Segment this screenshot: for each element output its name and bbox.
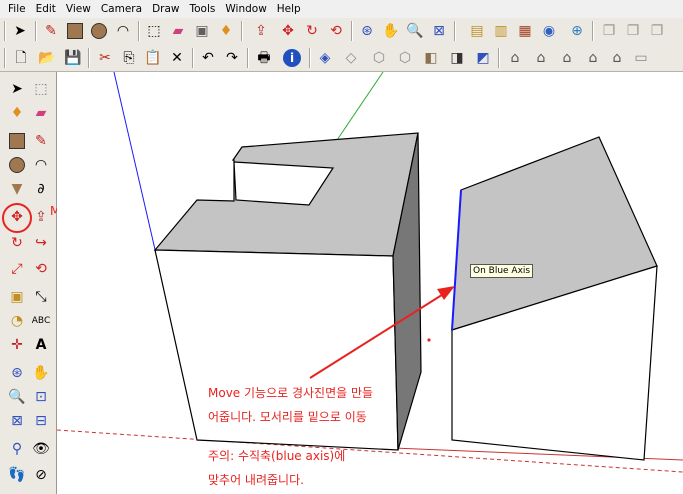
annotation-line-1: Move 기능으로 경사진면을 만들 xyxy=(208,386,374,400)
inference-tooltip: On Blue Axis xyxy=(470,264,534,278)
annotation-line-3: 주의: 수직축(blue axis)에 xyxy=(208,449,346,463)
arrow-head xyxy=(437,286,455,300)
annotation-line-2: 어줍니다. 모서리를 밑으로 이동 xyxy=(208,410,367,424)
green-axis-line xyxy=(332,72,384,147)
drawing-viewport[interactable] xyxy=(57,72,683,494)
annotation-line-4: 맞추어 내려줍니다. xyxy=(208,473,304,487)
model-drawing xyxy=(57,72,683,473)
cursor-dot xyxy=(427,338,431,342)
move-callout-circle xyxy=(2,203,32,233)
